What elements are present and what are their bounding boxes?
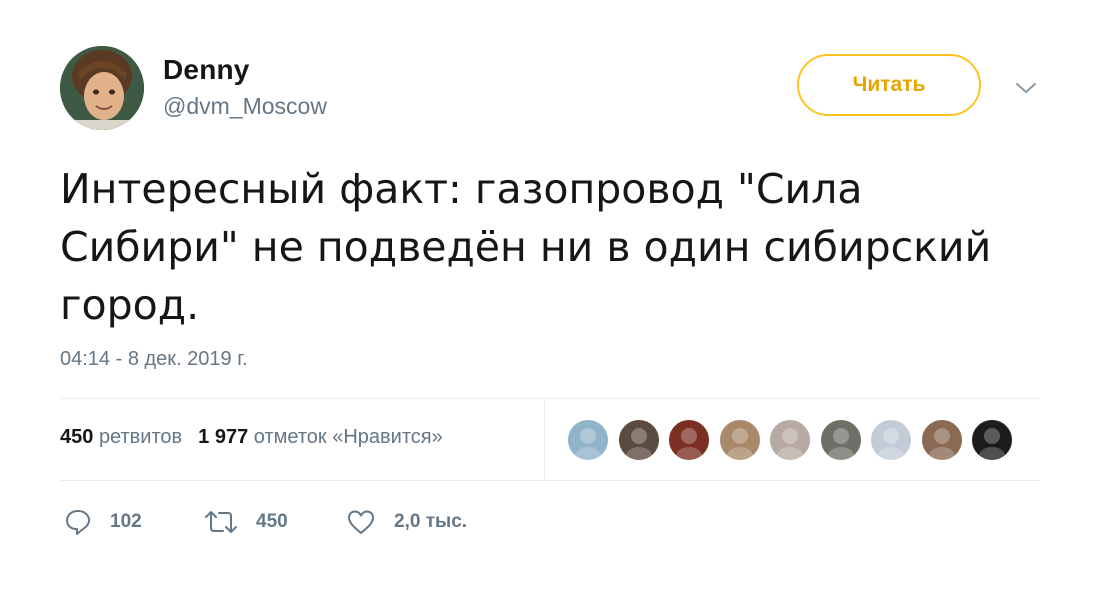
liker-avatar[interactable] <box>869 418 913 462</box>
liker-avatar[interactable] <box>566 418 610 462</box>
engagement-stats: 450 ретвитов 1 977 отметок «Нравится» <box>60 426 443 449</box>
retweets-count: 450 <box>60 426 94 448</box>
like-count: 2,0 тыс. <box>394 511 468 532</box>
like-button[interactable]: 2,0 тыс. <box>346 504 467 540</box>
likes-label: отметок «Нравится» <box>253 426 443 448</box>
chevron-down-icon[interactable] <box>1013 78 1039 98</box>
retweet-button[interactable]: 450 <box>204 504 288 540</box>
tweet-card: Denny @dvm_Moscow Читать Интересный факт… <box>0 0 1096 602</box>
liker-avatar[interactable] <box>667 418 711 462</box>
liker-avatar[interactable] <box>919 418 964 462</box>
author-avatar[interactable] <box>60 46 144 130</box>
retweets-stat[interactable]: 450 ретвитов <box>60 426 182 448</box>
reply-count: 102 <box>110 511 142 532</box>
likes-count: 1 977 <box>198 426 249 448</box>
heart-icon <box>348 510 374 534</box>
liker-avatar[interactable] <box>818 418 863 462</box>
retweet-count: 450 <box>256 511 288 532</box>
liker-avatar[interactable] <box>768 418 812 462</box>
divider <box>60 398 1040 399</box>
author-handle[interactable]: @dvm_Moscow <box>163 93 327 120</box>
liker-avatar[interactable] <box>717 418 762 462</box>
retweet-icon <box>205 511 237 533</box>
divider <box>544 400 545 480</box>
tweet-text: Интересный факт: газопровод "Сила Сибири… <box>60 165 992 329</box>
retweets-label: ретвитов <box>98 426 183 448</box>
tweet-timestamp[interactable]: 04:14 - 8 дек. 2019 г. <box>60 348 248 371</box>
reply-icon <box>66 510 90 535</box>
follow-button[interactable]: Читать <box>797 54 981 116</box>
liker-avatar[interactable] <box>616 418 661 462</box>
divider <box>60 480 1040 481</box>
liker-avatar[interactable] <box>970 418 1014 462</box>
author-name[interactable]: Denny <box>163 54 250 86</box>
likes-stat[interactable]: 1 977 отметок «Нравится» <box>198 426 443 448</box>
reply-button[interactable]: 102 <box>64 504 142 540</box>
